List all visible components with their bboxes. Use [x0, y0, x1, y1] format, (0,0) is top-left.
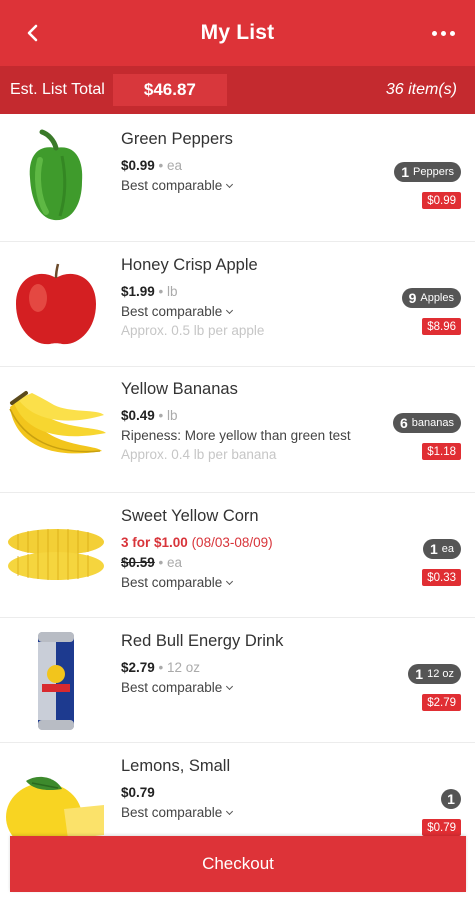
- item-count: 36 item(s): [385, 81, 457, 98]
- list-item[interactable]: Red Bull Energy Drink $2.79 • 12 oz Best…: [0, 618, 475, 743]
- item-price: $0.59 • ea: [121, 555, 183, 570]
- item-price: $0.99 • ea: [121, 158, 183, 173]
- list-item[interactable]: Lemons, Small $0.79 Best comparable 1 $0…: [0, 743, 475, 836]
- list-item[interactable]: Yellow Bananas $0.49 • lb Ripeness: More…: [0, 367, 475, 493]
- item-price: $1.99 • lb: [121, 284, 178, 299]
- quantity-badge[interactable]: 6 bananas: [392, 413, 461, 433]
- apple-image: [4, 254, 108, 354]
- green-pepper-image: [4, 126, 108, 226]
- list-item[interactable]: Green Peppers $0.99 • ea Best comparable…: [0, 114, 475, 242]
- list-total-bar: Est. List Total $46.87 36 item(s): [0, 66, 475, 114]
- list-item[interactable]: Sweet Yellow Corn 3 for $1.00 (08/03-08/…: [0, 493, 475, 618]
- best-comparable-dropdown[interactable]: Best comparable: [121, 302, 365, 321]
- quantity-badge[interactable]: 1: [441, 789, 461, 809]
- item-name: Yellow Bananas: [121, 380, 238, 398]
- page-title: My List: [200, 21, 275, 44]
- bananas-image: [4, 379, 108, 479]
- total-amount: $46.87: [112, 74, 227, 106]
- best-comparable-dropdown[interactable]: Best comparable: [121, 803, 365, 822]
- chevron-down-icon: [226, 306, 234, 315]
- item-price: $2.79 • 12 oz: [121, 660, 201, 675]
- best-comparable-dropdown[interactable]: Best comparable: [121, 573, 365, 592]
- chevron-down-icon: [226, 682, 234, 691]
- lemon-image: [4, 759, 108, 836]
- energy-drink-can-image: [4, 630, 108, 730]
- item-name: Sweet Yellow Corn: [121, 507, 259, 525]
- item-name: Green Peppers: [121, 130, 233, 148]
- chevron-down-icon: [226, 807, 234, 816]
- chevron-down-icon: [226, 577, 234, 586]
- more-dots-icon: [431, 30, 437, 36]
- approx-weight-note: Approx. 0.4 lb per banana: [121, 447, 277, 462]
- total-label: Est. List Total: [10, 81, 105, 98]
- corn-image: [4, 505, 108, 605]
- quantity-badge[interactable]: 1 Peppers: [394, 162, 461, 182]
- quantity-badge[interactable]: 1 12 oz: [408, 664, 461, 684]
- item-line-total: $0.33: [422, 569, 461, 586]
- best-comparable-dropdown[interactable]: Best comparable: [121, 678, 365, 697]
- item-name: Honey Crisp Apple: [121, 256, 258, 274]
- item-line-total: $1.18: [422, 443, 461, 460]
- item-price: $0.79: [121, 785, 155, 800]
- list-item[interactable]: Honey Crisp Apple $1.99 • lb Best compar…: [0, 242, 475, 367]
- item-line-total: $2.79: [422, 694, 461, 711]
- checkout-footer: Checkout: [0, 836, 475, 900]
- shopping-list[interactable]: Green Peppers $0.99 • ea Best comparable…: [0, 114, 475, 836]
- item-line-total: $0.99: [422, 192, 461, 209]
- item-line-total: $8.96: [422, 318, 461, 335]
- app-bar: My List: [0, 0, 475, 66]
- item-name: Red Bull Energy Drink: [121, 632, 284, 650]
- quantity-badge[interactable]: 1 ea: [422, 539, 461, 559]
- checkout-button[interactable]: Checkout: [10, 836, 466, 892]
- best-comparable-dropdown[interactable]: Best comparable: [121, 176, 365, 195]
- ripeness-preference[interactable]: Ripeness: More yellow than green test: [121, 426, 375, 445]
- back-chevron-icon: [27, 24, 38, 42]
- item-name: Lemons, Small: [121, 757, 231, 775]
- chevron-down-icon: [226, 180, 234, 189]
- back-button[interactable]: [18, 18, 48, 48]
- more-button[interactable]: [425, 18, 461, 48]
- promo-price: 3 for $1.00 (08/03-08/09): [121, 535, 273, 550]
- approx-weight-note: Approx. 0.5 lb per apple: [121, 323, 265, 338]
- quantity-badge[interactable]: 9 Apples: [401, 288, 461, 308]
- item-line-total: $0.79: [422, 819, 461, 836]
- item-price: $0.49 • lb: [121, 408, 178, 423]
